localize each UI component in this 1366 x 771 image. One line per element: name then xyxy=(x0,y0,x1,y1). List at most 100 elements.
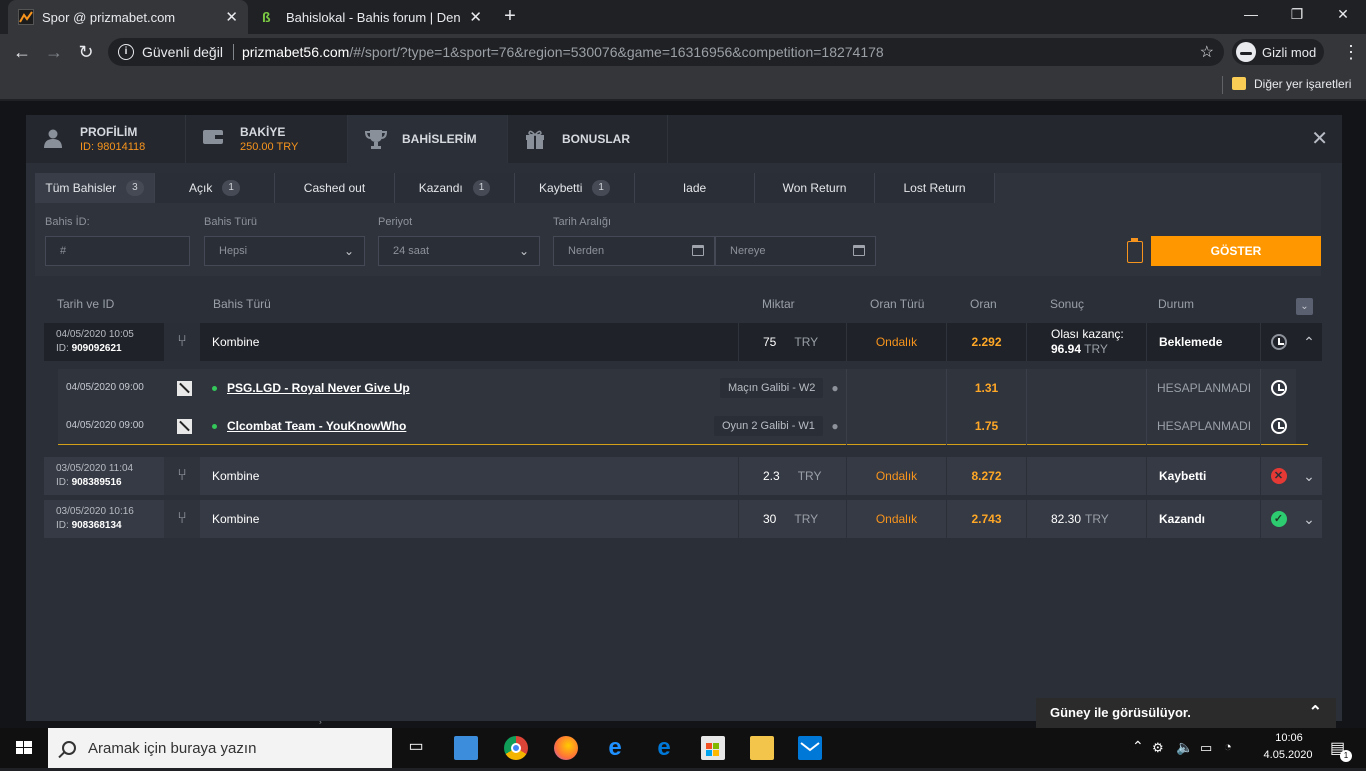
search-icon xyxy=(62,741,76,755)
bet-amount: 30 xyxy=(763,512,777,526)
chevron-up-icon[interactable]: ⌃ xyxy=(1309,698,1322,728)
address-bar[interactable]: i Güvenli değil prizmabet56.com /#/sport… xyxy=(108,38,1224,66)
combo-bet-icon: ⑂ xyxy=(177,510,187,527)
bet-date: 03/05/2020 10:16 xyxy=(56,506,134,517)
bookmark-star-icon[interactable]: ☆ xyxy=(1200,42,1214,62)
mail-icon[interactable] xyxy=(798,736,822,760)
date-to-input[interactable]: Nereye xyxy=(715,236,876,266)
chrome-icon[interactable] xyxy=(504,736,528,760)
tab-profile[interactable]: PROFİLİM ID: 98014118 xyxy=(26,115,186,163)
bet-type-value: Hepsi xyxy=(219,245,248,257)
bet-odds-type: Ondalık xyxy=(846,323,946,361)
taskbar-search[interactable]: Aramak için buraya yazın xyxy=(48,728,392,768)
info-icon[interactable]: ● xyxy=(824,369,846,407)
divider xyxy=(1222,76,1223,94)
tab-title: Spor @ prizmabet.com xyxy=(42,9,176,25)
bet-row[interactable]: 03/05/2020 11:04 ID: 908389516 ⑂ Kombine … xyxy=(44,457,1322,495)
incognito-indicator[interactable]: Gizli mod xyxy=(1232,39,1325,65)
event-link[interactable]: Clcombat Team - YouKnowWho xyxy=(227,419,406,433)
live-dot-icon xyxy=(212,385,217,391)
bet-odds-type: Ondalık xyxy=(846,500,946,538)
app-icon[interactable] xyxy=(454,736,478,760)
period-select[interactable]: 24 saat ⌄ xyxy=(378,236,540,266)
store-icon[interactable] xyxy=(701,736,725,760)
bet-id: 909092621 xyxy=(71,343,122,354)
event-link[interactable]: PSG.LGD - Royal Never Give Up xyxy=(227,381,410,395)
collapse-chevron-up-icon[interactable]: ⌃ xyxy=(1296,323,1322,361)
page-content: Çift 1.85 Tek 1.8 PROFİLİMID: 98014118 B… xyxy=(0,101,1366,728)
browser-tab-strip: Spor @ prizmabet.com ✕ ß Bahislokal - Ba… xyxy=(0,0,1366,34)
date-to-placeholder: Nereye xyxy=(730,245,766,257)
filter-tab-refund[interactable]: Iade xyxy=(635,173,755,203)
close-icon[interactable]: ✕ xyxy=(1311,129,1328,149)
windows-start-button[interactable] xyxy=(0,728,48,768)
tab-balance[interactable]: BAKİYE 250.00 TRY xyxy=(186,115,348,163)
firefox-icon[interactable] xyxy=(554,736,578,760)
minimize-button[interactable]: — xyxy=(1239,6,1263,26)
bahislokal-favicon: ß xyxy=(262,9,271,25)
browser-tab-spor[interactable]: Spor @ prizmabet.com ✕ xyxy=(8,0,248,34)
bet-row[interactable]: 03/05/2020 10:16 ID: 908368134 ⑂ Kombine … xyxy=(44,500,1322,538)
bet-type-select[interactable]: Hepsi ⌄ xyxy=(204,236,365,266)
steam-icon[interactable]: ⚙ xyxy=(1152,740,1164,756)
filter-tab-lost-return[interactable]: Lost Return xyxy=(875,173,995,203)
header-odds-type: Oran Türü xyxy=(870,297,925,311)
browser-tab-bahislokal[interactable]: ß Bahislokal - Bahis forum | Denem ✕ xyxy=(252,0,492,34)
new-tab-button[interactable]: + xyxy=(500,6,520,26)
other-bookmarks[interactable]: Diğer yer işaretleri xyxy=(1254,77,1351,91)
filter-tab-won-return[interactable]: Won Return xyxy=(755,173,875,203)
show-button[interactable]: GÖSTER xyxy=(1151,236,1321,266)
reload-button[interactable]: ↻ xyxy=(76,42,96,62)
clock-date[interactable]: 4.05.2020 xyxy=(1250,749,1326,761)
bet-result-currency: TRY xyxy=(1085,512,1109,526)
date-from-input[interactable]: Nerden xyxy=(553,236,715,266)
tab-bonuses[interactable]: BONUSLAR xyxy=(508,115,668,163)
forward-button[interactable]: → xyxy=(44,42,64,62)
internet-explorer-icon[interactable]: e xyxy=(603,736,627,760)
bet-result: Olası kazanç: 96.94 TRY xyxy=(1051,327,1124,357)
bet-id-prefix: ID: xyxy=(56,343,69,354)
bet-id-input[interactable]: # xyxy=(45,236,190,266)
volume-icon[interactable]: 🔈 xyxy=(1176,739,1193,756)
clock-time[interactable]: 10:06 xyxy=(1254,732,1324,744)
incognito-label: Gizli mod xyxy=(1262,44,1317,60)
clipboard-icon[interactable] xyxy=(1127,238,1143,263)
chat-notification[interactable]: Güney ile görüsülüyor. ⌃ xyxy=(1036,698,1336,728)
bet-type-label: Bahis Türü xyxy=(204,216,257,228)
selection-status: HESAPLANMADI xyxy=(1146,369,1260,407)
battery-icon[interactable]: ▭ xyxy=(1200,740,1212,756)
wifi-icon[interactable]: ◔ xyxy=(1224,739,1232,754)
filter-tab-won[interactable]: Kazandı 1 xyxy=(395,173,515,203)
tab-my-bets[interactable]: BAHİSLERİM xyxy=(348,115,508,163)
filter-tab-all[interactable]: Tüm Bahisler 3 xyxy=(35,173,155,203)
close-tab-icon[interactable]: ✕ xyxy=(469,8,482,26)
info-icon[interactable]: i xyxy=(118,44,134,60)
filter-tab-cashed-out[interactable]: Cashed out xyxy=(275,173,395,203)
separator xyxy=(232,44,234,60)
lost-x-icon: ✕ xyxy=(1270,468,1287,484)
info-icon[interactable]: ● xyxy=(824,407,846,445)
period-value: 24 saat xyxy=(393,245,430,257)
market-badge: Oyun 2 Galibi - W1 xyxy=(714,416,823,436)
filter-tab-open[interactable]: Açık 1 xyxy=(155,173,275,203)
restore-button[interactable]: ❐ xyxy=(1285,6,1309,26)
bet-id-prefix: ID: xyxy=(56,520,69,531)
filter-tab-label: Iade xyxy=(682,181,707,195)
selection-row: 04/05/2020 09:00 Clcombat Team - YouKnow… xyxy=(58,407,1308,445)
task-view-icon[interactable]: ▭ xyxy=(404,736,428,760)
file-explorer-icon[interactable] xyxy=(750,736,774,760)
expand-chevron-down-icon[interactable]: ⌄ xyxy=(1296,457,1322,495)
chrome-menu-icon[interactable]: ⋮ xyxy=(1342,42,1360,63)
collapse-all-button[interactable]: ⌄ xyxy=(1296,298,1313,315)
expand-chevron-down-icon[interactable]: ⌄ xyxy=(1296,500,1322,538)
edge-icon[interactable]: e xyxy=(652,736,676,760)
close-tab-icon[interactable]: ✕ xyxy=(225,8,238,26)
filter-tab-label: Açık xyxy=(189,181,213,195)
bet-row[interactable]: 04/05/2020 10:05 ID: 909092621 ⑂ Kombine … xyxy=(44,323,1322,361)
selection-row: 04/05/2020 09:00 PSG.LGD - Royal Never G… xyxy=(58,369,1308,407)
close-window-button[interactable]: ✕ xyxy=(1331,6,1355,26)
filter-tab-lost[interactable]: Kaybetti 1 xyxy=(515,173,635,203)
chevron-up-icon[interactable]: ⌃ xyxy=(1132,738,1144,755)
bet-status-tabs: Tüm Bahisler 3 Açık 1 Cashed out Kazandı 1 … xyxy=(35,173,995,203)
back-button[interactable]: ← xyxy=(12,42,32,62)
